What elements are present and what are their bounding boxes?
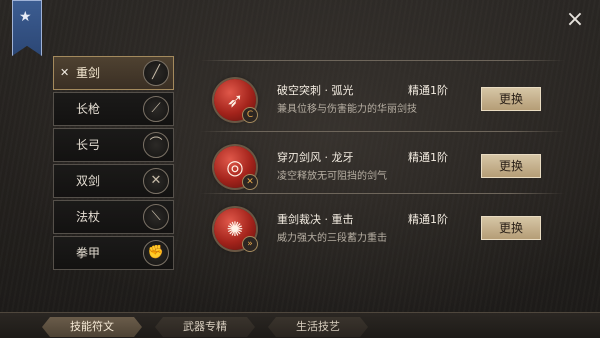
replace-button[interactable]: 更换	[481, 87, 541, 111]
weapon-tab-bow[interactable]: 长弓 ⌒	[53, 128, 174, 162]
divider	[200, 193, 565, 194]
replace-button[interactable]: 更换	[481, 216, 541, 240]
weapon-tab-gauntlet[interactable]: 拳甲 ✊	[53, 236, 174, 270]
spear-icon: ⟋	[143, 96, 169, 122]
rune-badge-icon: C	[242, 107, 258, 123]
gauntlet-icon: ✊	[143, 240, 169, 266]
weapon-tab-spear[interactable]: 长枪 ⟋	[53, 92, 174, 126]
divider	[200, 60, 565, 61]
rune-badge-icon: »	[242, 236, 258, 252]
replace-button[interactable]: 更换	[481, 154, 541, 178]
close-button[interactable]: ×	[563, 8, 587, 32]
skill-level: 精通1阶	[408, 151, 448, 164]
weapon-tab-staff[interactable]: 法杖 ⟍	[53, 200, 174, 234]
guild-banner[interactable]: ★	[12, 0, 42, 56]
greatsword-icon: ╱	[143, 60, 169, 86]
tab-life-skills[interactable]: 生活技艺	[268, 317, 368, 337]
emblem-icon: ★	[19, 9, 32, 25]
dual-blades-icon: ✕	[143, 168, 169, 194]
weapon-tab-label: 长枪	[76, 102, 101, 116]
skill-description: 兼具位移与伤害能力的华丽剑技	[277, 104, 417, 115]
weapon-tab-label: 重剑	[76, 66, 101, 80]
skill-description: 威力强大的三段蓄力重击	[277, 233, 387, 244]
skill-level: 精通1阶	[408, 84, 448, 97]
skill-name: 重剑裁决 · 重击	[277, 213, 354, 226]
bow-icon: ⌒	[143, 132, 169, 158]
tab-skill-runes[interactable]: 技能符文	[42, 317, 142, 337]
skill-rune-screen: ★ × ✕ 重剑 ╱ 长枪 ⟋ 长弓 ⌒ 双剑 ✕ 法杖 ⟍ 拳甲 ✊ ➶ C …	[0, 0, 600, 338]
weapon-category-sidebar: ✕ 重剑 ╱ 长枪 ⟋ 长弓 ⌒ 双剑 ✕ 法杖 ⟍ 拳甲 ✊	[53, 56, 174, 272]
rune-badge-icon: ✕	[242, 174, 258, 190]
skill-row: ◎ ✕ 穿刃剑风 · 龙牙 精通1阶 凌空释放无可阻挡的剑气 更换	[200, 136, 565, 198]
skill-description: 凌空释放无可阻挡的剑气	[277, 171, 387, 182]
weapon-tab-label: 法杖	[76, 210, 101, 224]
skill-list-panel: ➶ C 破空突刺 · 弧光 精通1阶 兼具位移与伤害能力的华丽剑技 更换 ◎ ✕…	[200, 56, 565, 301]
skill-name: 穿刃剑风 · 龙牙	[277, 151, 354, 164]
divider	[200, 131, 565, 132]
weapon-tab-greatsword[interactable]: ✕ 重剑 ╱	[53, 56, 174, 90]
selected-mark-icon: ✕	[60, 66, 70, 79]
skill-row: ➶ C 破空突刺 · 弧光 精通1阶 兼具位移与伤害能力的华丽剑技 更换	[200, 69, 565, 131]
skill-level: 精通1阶	[408, 213, 448, 226]
weapon-tab-dual-blades[interactable]: 双剑 ✕	[53, 164, 174, 198]
skill-row: ✺ » 重剑裁决 · 重击 精通1阶 威力强大的三段蓄力重击 更换	[200, 198, 565, 260]
weapon-tab-label: 长弓	[76, 138, 101, 152]
staff-icon: ⟍	[143, 204, 169, 230]
weapon-tab-label: 拳甲	[76, 246, 101, 260]
skill-name: 破空突刺 · 弧光	[277, 84, 354, 97]
bottom-tab-bar: 技能符文 武器专精 生活技艺	[0, 312, 600, 338]
tab-weapon-mastery[interactable]: 武器专精	[155, 317, 255, 337]
weapon-tab-label: 双剑	[76, 174, 101, 188]
